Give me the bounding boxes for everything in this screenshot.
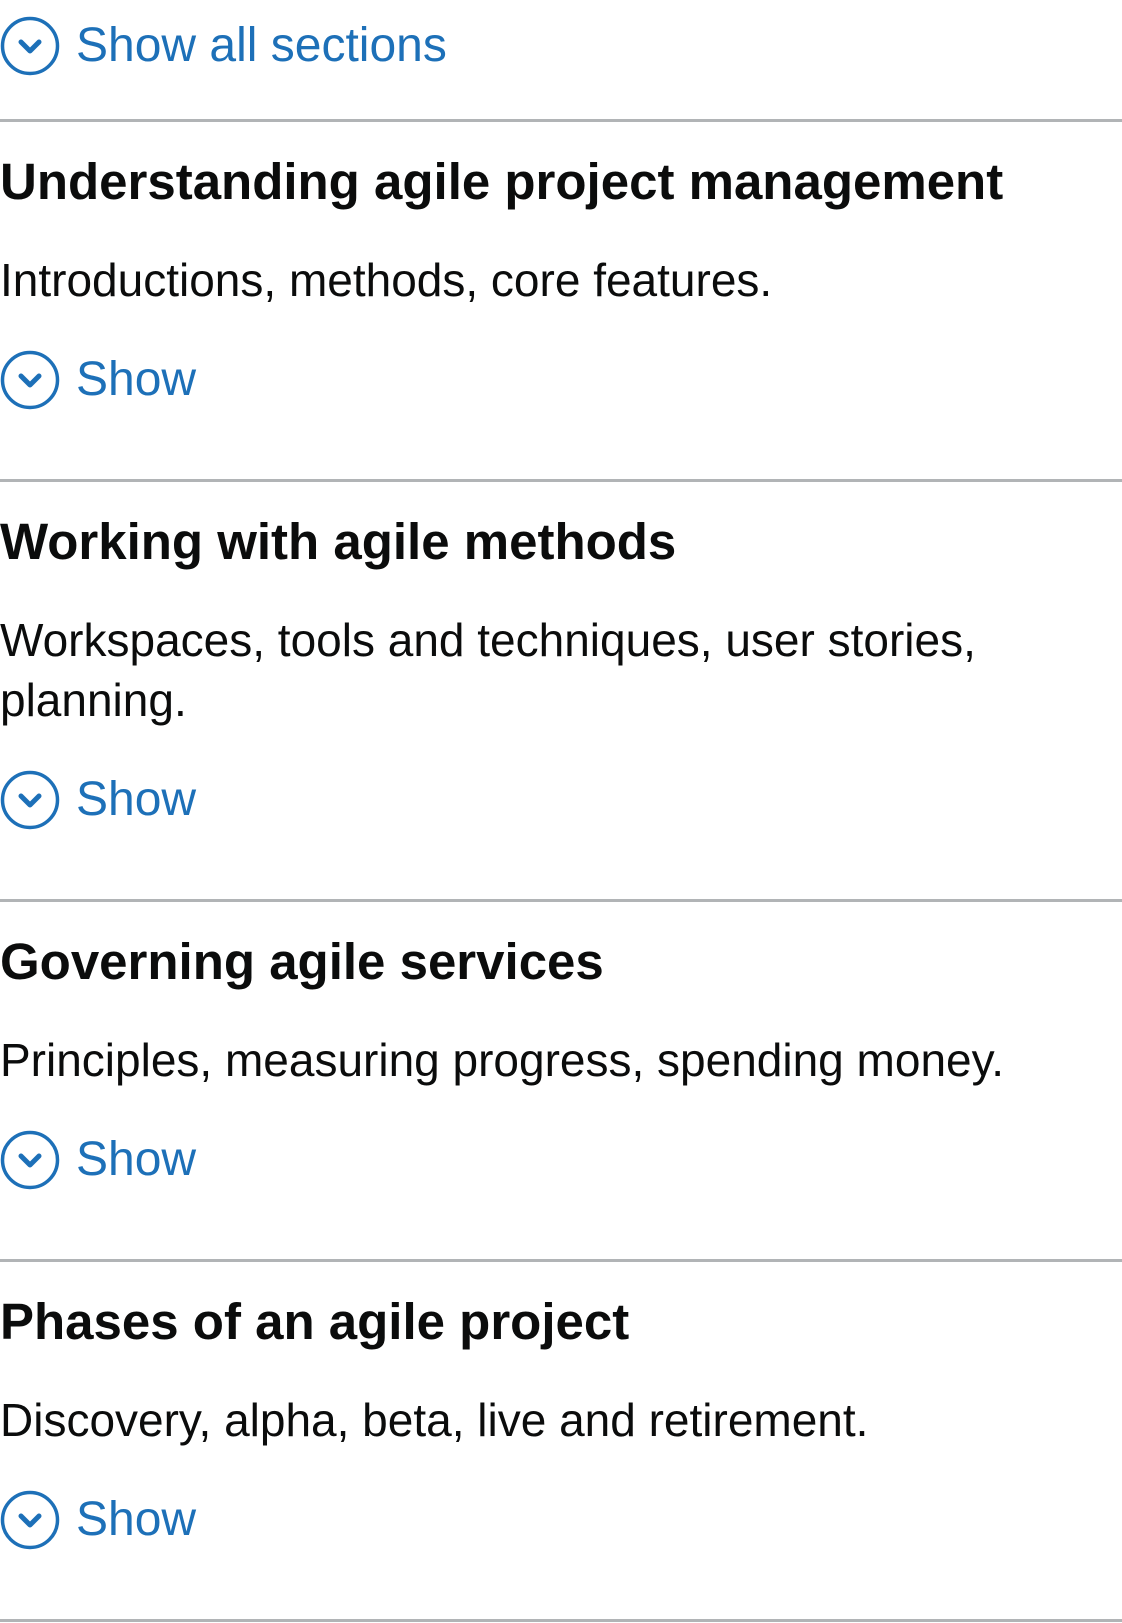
section-heading: Governing agile services [0, 933, 604, 990]
show-all-sections-button[interactable]: Show all sections [0, 16, 447, 76]
section-summary: Introductions, methods, core features. [0, 254, 773, 306]
show-all-sections-label: Show all sections [76, 19, 447, 72]
section-show-label: Show [76, 353, 197, 406]
section-show-button[interactable]: Show [0, 350, 196, 410]
section-show-label: Show [76, 1493, 197, 1546]
section-summary: Workspaces, tools and techniques, user s… [0, 614, 976, 726]
chevron-down-circle-icon [0, 1490, 60, 1550]
section-divider [0, 119, 1122, 122]
section-divider [0, 1259, 1122, 1262]
section-show-label: Show [76, 773, 197, 826]
section-show-label: Show [76, 1133, 197, 1186]
chevron-down-circle-icon [0, 1130, 60, 1190]
section-show-button[interactable]: Show [0, 1490, 196, 1550]
section-divider [0, 479, 1122, 482]
section-summary: Principles, measuring progress, spending… [0, 1034, 1004, 1086]
section-show-button[interactable]: Show [0, 770, 196, 830]
section-divider [0, 1619, 1122, 1622]
section-divider [0, 899, 1122, 902]
chevron-down-circle-icon [0, 350, 60, 410]
section-heading: Working with agile methods [0, 513, 677, 570]
chevron-down-circle-icon [0, 16, 60, 76]
chevron-down-circle-icon [0, 770, 60, 830]
section-show-button[interactable]: Show [0, 1130, 196, 1190]
section-heading: Phases of an agile project [0, 1293, 630, 1350]
section-summary: Discovery, alpha, beta, live and retirem… [0, 1394, 869, 1446]
section-heading: Understanding agile project management [0, 153, 1004, 210]
